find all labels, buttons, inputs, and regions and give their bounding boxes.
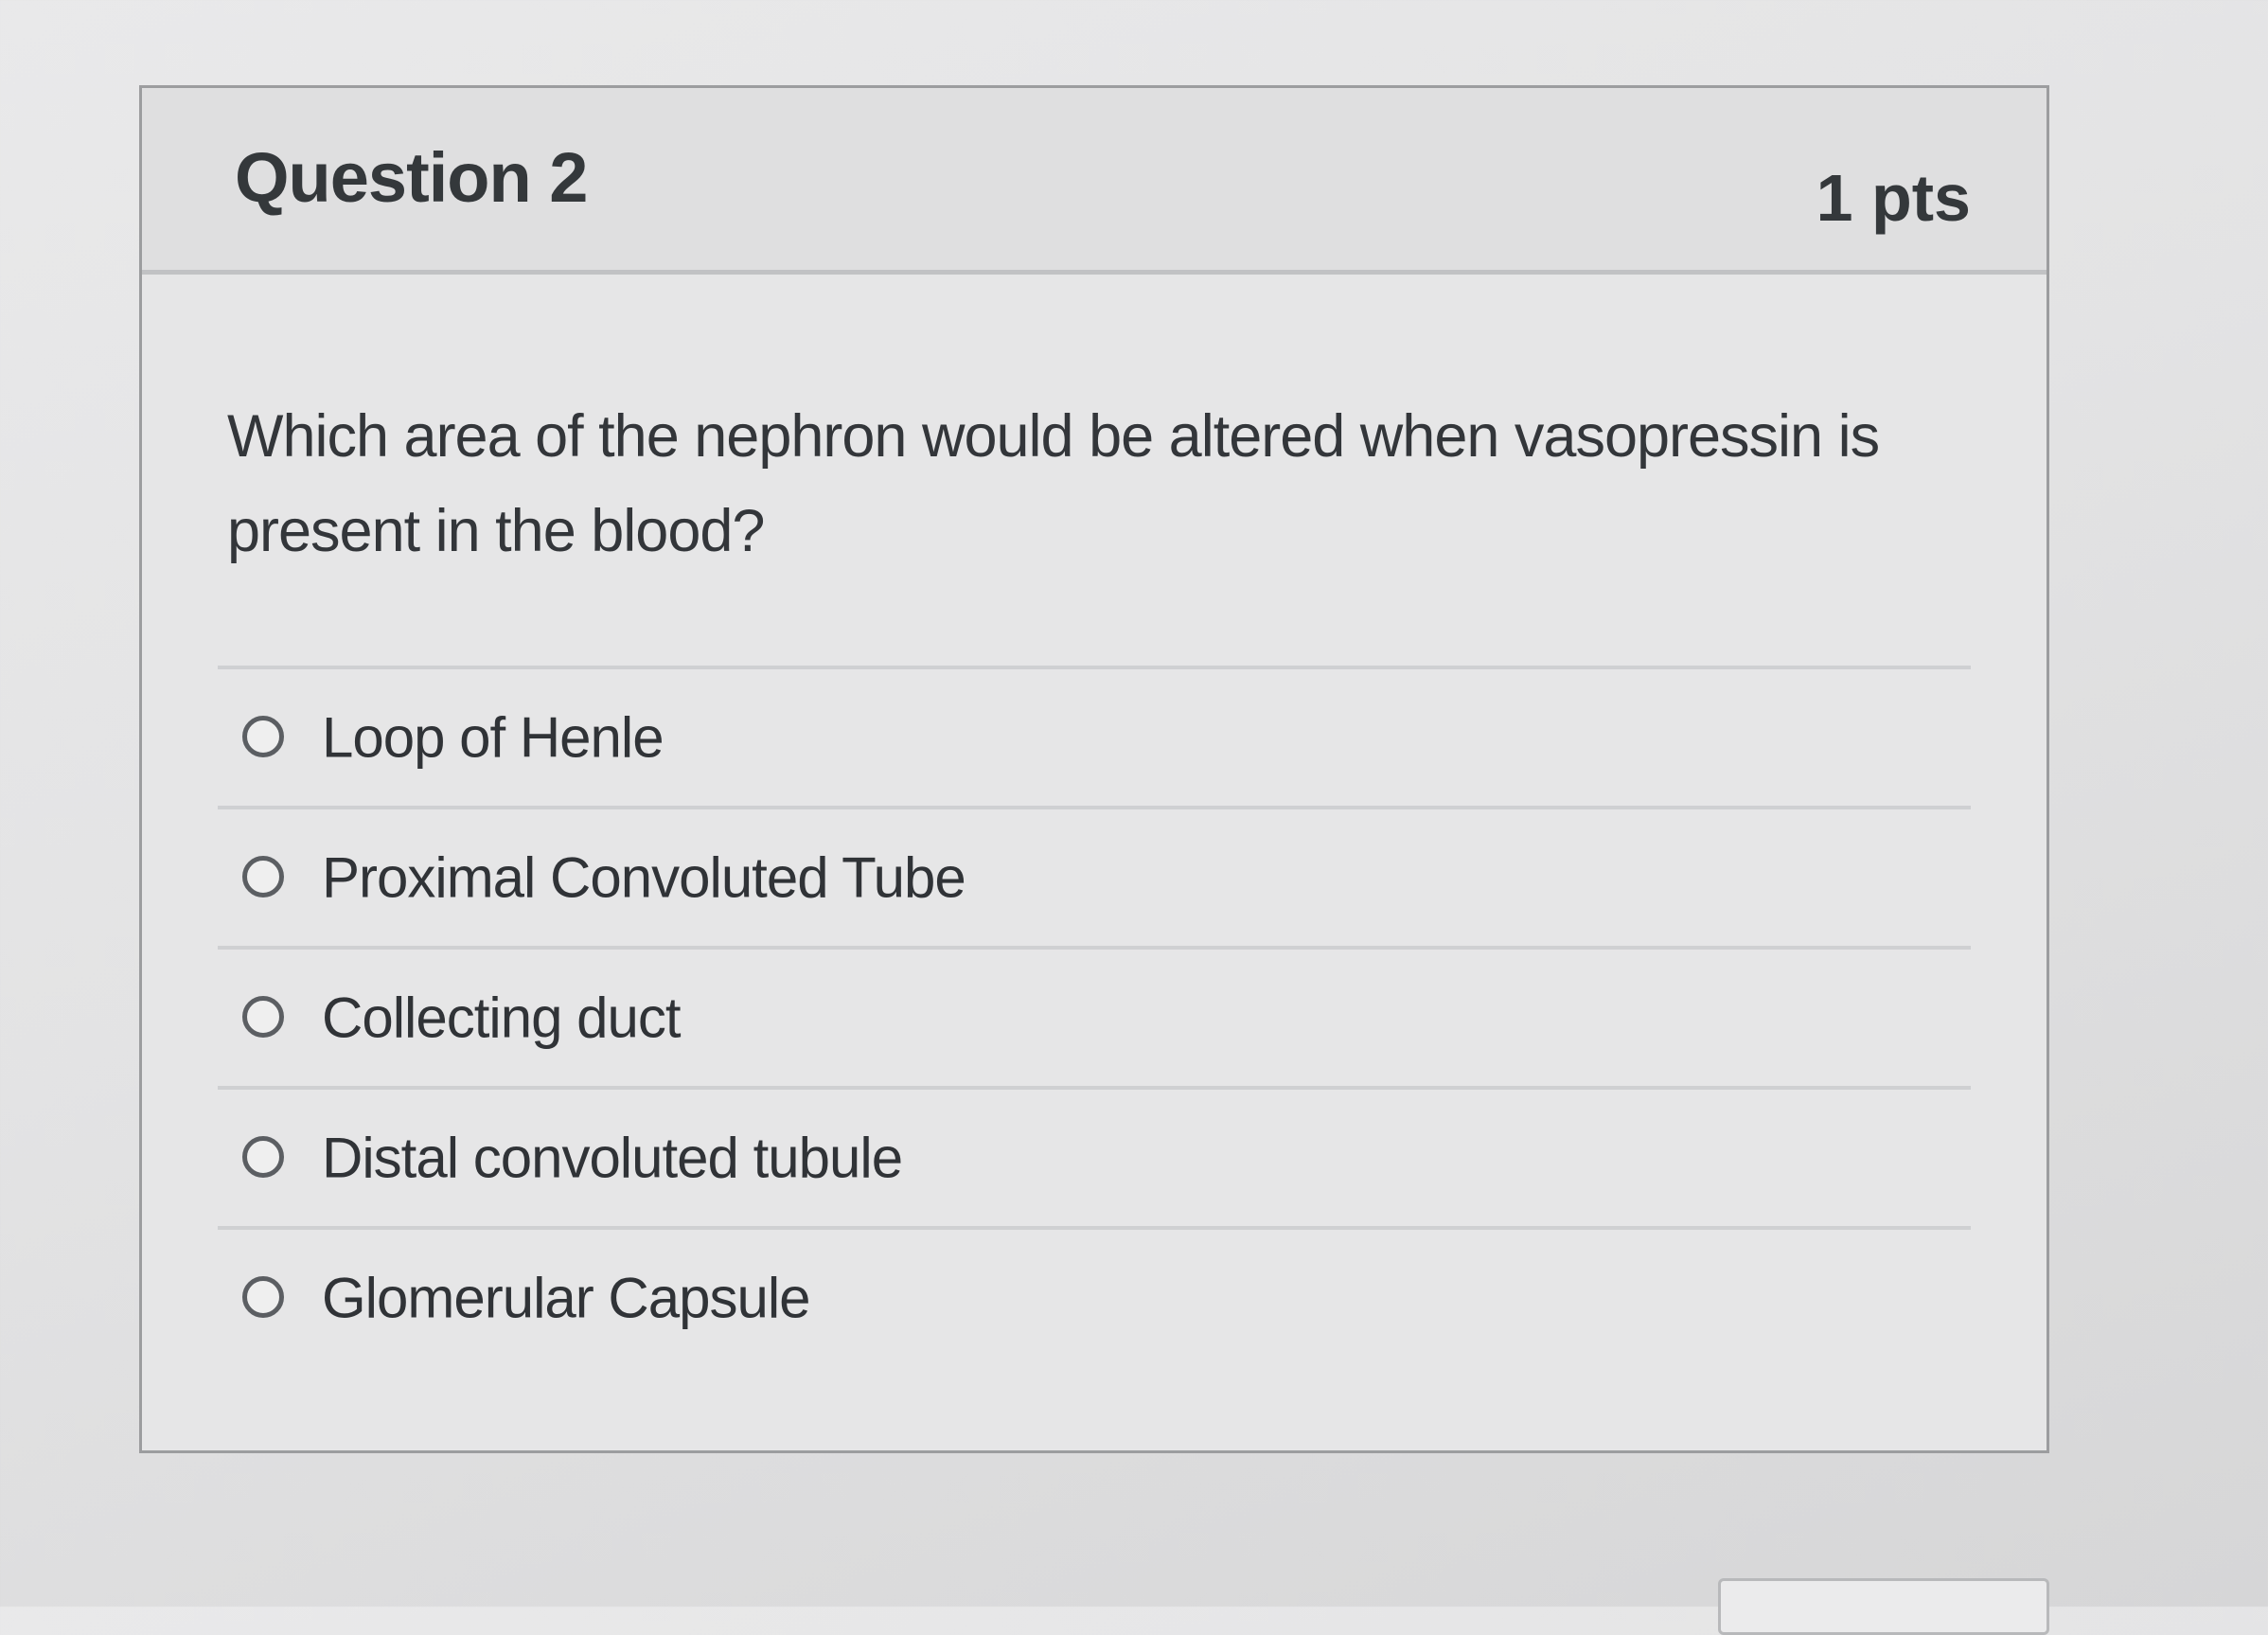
radio-button[interactable] [242,1136,284,1178]
answer-label[interactable]: Collecting duct [322,986,682,1051]
answer-label[interactable]: Proximal Convoluted Tube [322,845,966,911]
question-points: 1 pts [1816,161,1971,235]
answer-option-loop-of-henle[interactable]: Loop of Henle [218,666,1971,806]
answer-option-glomerular-capsule[interactable]: Glomerular Capsule [218,1226,1971,1366]
radio-button[interactable] [242,996,284,1038]
answer-label[interactable]: Glomerular Capsule [322,1266,811,1331]
answer-option-proximal-convoluted-tube[interactable]: Proximal Convoluted Tube [218,806,1971,946]
question-title: Question 2 [235,138,588,217]
answer-label[interactable]: Loop of Henle [322,705,664,771]
answer-option-distal-convoluted-tubule[interactable]: Distal convoluted tubule [218,1086,1971,1226]
radio-button[interactable] [242,716,284,757]
question-text: Which area of the nephron would be alter… [227,403,1880,564]
answer-label[interactable]: Distal convoluted tubule [322,1126,903,1191]
radio-button[interactable] [242,1276,284,1318]
question-card: Question 2 1 pts Which area of the nephr… [139,85,2049,1453]
answer-list: Loop of Henle Proximal Convoluted Tube C… [218,666,1971,1366]
radio-button[interactable] [242,856,284,897]
answer-option-collecting-duct[interactable]: Collecting duct [218,946,1971,1086]
question-header: Question 2 1 pts [142,88,2047,275]
partial-footer-button[interactable] [1718,1578,2049,1635]
